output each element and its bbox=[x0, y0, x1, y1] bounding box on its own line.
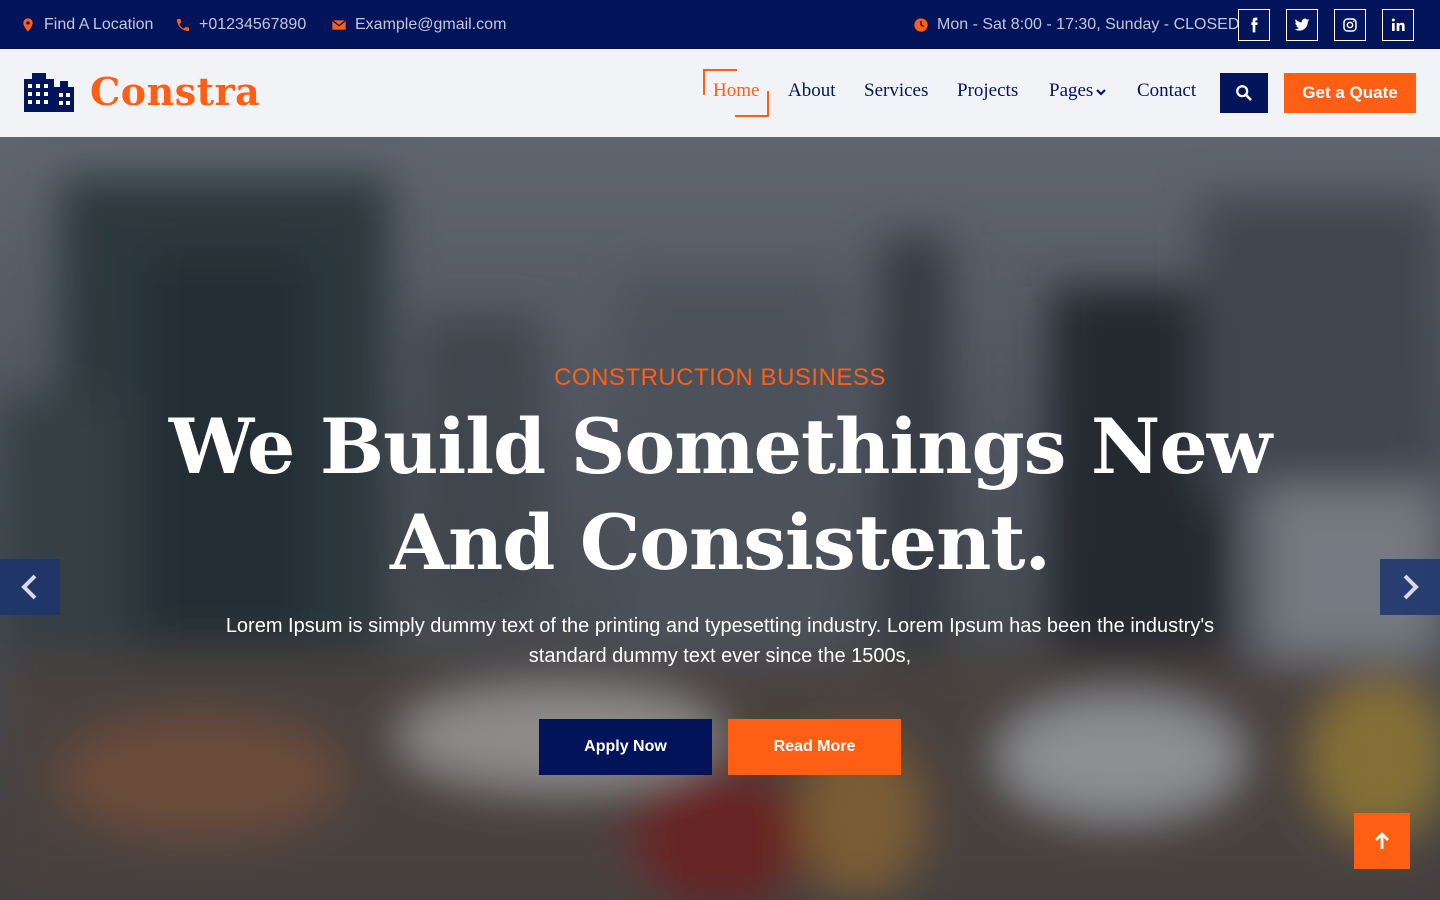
hero-description: Lorem Ipsum is simply dummy text of the … bbox=[225, 615, 1215, 667]
slider-prev-button[interactable] bbox=[0, 559, 60, 615]
get-quote-button[interactable]: Get a Quate bbox=[1284, 73, 1416, 113]
nav-pages-label: Pages bbox=[1049, 80, 1094, 101]
back-to-top-button[interactable] bbox=[1354, 813, 1410, 869]
apply-now-button[interactable]: Apply Now bbox=[539, 719, 712, 775]
twitter-icon bbox=[1294, 18, 1310, 31]
top-info-bar: Find A Location +01234567890 Example@gma… bbox=[0, 0, 1440, 49]
chevron-right-icon bbox=[1403, 574, 1419, 600]
instagram-link[interactable] bbox=[1334, 9, 1366, 41]
envelope-icon bbox=[331, 19, 347, 30]
main-navbar: Constra Home About Services Projects Pag… bbox=[0, 49, 1440, 137]
arrow-up-icon bbox=[1375, 832, 1389, 849]
facebook-icon bbox=[1251, 17, 1258, 33]
nav-services[interactable]: Services bbox=[864, 80, 928, 102]
linkedin-link[interactable] bbox=[1382, 9, 1414, 41]
chevron-down-icon bbox=[1096, 88, 1107, 96]
brand-logo[interactable]: Constra bbox=[24, 69, 260, 114]
hours-info: Mon - Sat 8:00 - 17:30, Sunday - CLOSED bbox=[913, 0, 1239, 49]
read-more-button[interactable]: Read More bbox=[728, 719, 901, 775]
twitter-link[interactable] bbox=[1286, 9, 1318, 41]
hero-title-line-1: We Build Somethings New bbox=[168, 402, 1272, 491]
nav-pages[interactable]: Pages bbox=[1049, 80, 1107, 102]
location-text: Find A Location bbox=[44, 15, 154, 33]
instagram-icon bbox=[1343, 18, 1357, 32]
facebook-link[interactable] bbox=[1238, 9, 1270, 41]
search-icon bbox=[1236, 85, 1252, 101]
slider-next-button[interactable] bbox=[1380, 559, 1440, 615]
chevron-left-icon bbox=[21, 574, 37, 600]
hero-title: We Build Somethings New And Consistent. bbox=[120, 399, 1320, 591]
search-button[interactable] bbox=[1220, 73, 1268, 113]
nav-projects[interactable]: Projects bbox=[957, 80, 1018, 102]
phone-info[interactable]: +01234567890 bbox=[175, 0, 306, 49]
phone-text: +01234567890 bbox=[199, 15, 307, 33]
location-info[interactable]: Find A Location bbox=[20, 0, 153, 49]
email-text: Example@gmail.com bbox=[355, 15, 507, 33]
email-info[interactable]: Example@gmail.com bbox=[331, 0, 506, 49]
nav-about[interactable]: About bbox=[788, 80, 836, 102]
nav-contact[interactable]: Contact bbox=[1137, 80, 1196, 102]
hero-eyebrow: CONSTRUCTION BUSINESS bbox=[554, 364, 886, 391]
map-pin-icon bbox=[23, 17, 33, 32]
building-logo-icon bbox=[24, 73, 74, 112]
linkedin-icon bbox=[1391, 18, 1405, 31]
hero-title-line-2: And Consistent. bbox=[390, 498, 1051, 587]
hero-slider: CONSTRUCTION BUSINESS We Build Something… bbox=[0, 137, 1440, 900]
nav-home[interactable]: Home bbox=[713, 80, 759, 102]
brand-name: Constra bbox=[90, 69, 261, 114]
phone-icon bbox=[177, 18, 189, 31]
hours-text: Mon - Sat 8:00 - 17:30, Sunday - CLOSED bbox=[937, 15, 1240, 33]
clock-icon bbox=[914, 17, 928, 32]
